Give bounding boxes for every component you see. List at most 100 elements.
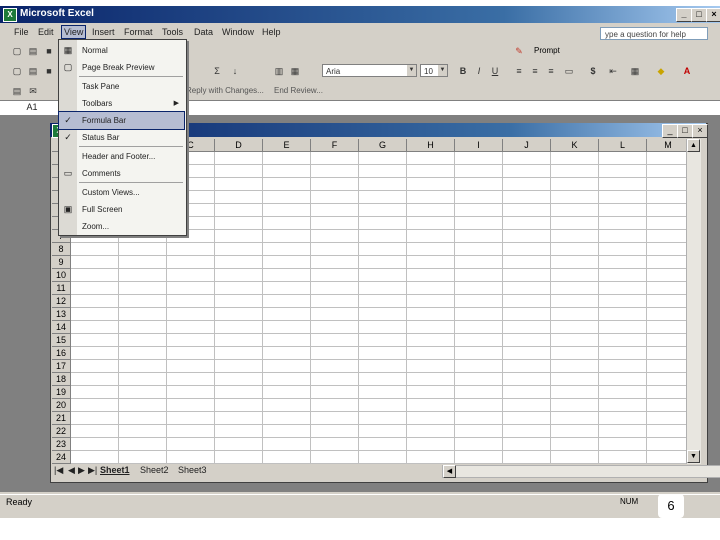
view-menu-item[interactable]: Task Pane: [59, 78, 184, 95]
view-menu-item[interactable]: ▢ Page Break Preview: [59, 59, 184, 76]
next-sheet-icon[interactable]: ▶: [78, 465, 85, 476]
row-header[interactable]: 24: [52, 451, 71, 464]
menu-tools[interactable]: Tools: [162, 27, 183, 37]
view-menu-item[interactable]: ▦ Normal: [59, 42, 184, 59]
view-menu-item[interactable]: ▭ Comments: [59, 165, 184, 182]
new-doc-icon[interactable]: ▢: [10, 64, 24, 78]
first-sheet-icon[interactable]: |◀: [54, 465, 63, 476]
row-header[interactable]: 12: [52, 295, 71, 308]
save-icon[interactable]: ■: [42, 44, 56, 58]
menu-format[interactable]: Format: [124, 27, 153, 37]
column-header[interactable]: G: [359, 139, 407, 152]
open-icon[interactable]: ▤: [26, 44, 40, 58]
scroll-up-icon[interactable]: ▲: [687, 139, 700, 152]
maximize-button[interactable]: □: [691, 8, 707, 22]
underline-button[interactable]: U: [488, 64, 502, 78]
view-menu-item[interactable]: Header and Footer...: [59, 148, 184, 165]
new-icon[interactable]: ▢: [10, 44, 24, 58]
column-header[interactable]: H: [407, 139, 455, 152]
disk-icon[interactable]: ■: [42, 64, 56, 78]
end-review-button[interactable]: End Review...: [274, 86, 323, 95]
row-header[interactable]: 19: [52, 386, 71, 399]
tab-sheet2[interactable]: Sheet2: [140, 465, 169, 475]
align-left-icon[interactable]: ≡: [512, 64, 526, 78]
chevron-down-icon[interactable]: ▼: [407, 65, 416, 76]
column-header[interactable]: D: [215, 139, 263, 152]
font-color-icon[interactable]: A: [680, 64, 694, 78]
view-menu-item[interactable]: Zoom...: [59, 218, 184, 235]
name-box[interactable]: A1: [2, 101, 62, 113]
row-header[interactable]: 23: [52, 438, 71, 451]
close-button[interactable]: ×: [706, 8, 720, 22]
align-center-icon[interactable]: ≡: [528, 64, 542, 78]
indent-icon[interactable]: ⇤: [606, 64, 620, 78]
mail-icon[interactable]: ✉: [26, 84, 40, 98]
vertical-scrollbar[interactable]: ▲ ▼: [686, 139, 701, 464]
row-header[interactable]: 9: [52, 256, 71, 269]
last-sheet-icon[interactable]: ▶|: [88, 465, 97, 476]
tab-sheet3[interactable]: Sheet3: [178, 465, 207, 475]
row-header[interactable]: 8: [52, 243, 71, 256]
font-select[interactable]: Aria ▼: [322, 64, 417, 77]
borders-icon[interactable]: ▦: [628, 64, 642, 78]
tab-sheet1[interactable]: Sheet1: [100, 465, 130, 475]
merge-icon[interactable]: ▭: [562, 64, 576, 78]
chart-icon[interactable]: ▥: [272, 64, 286, 78]
row-header[interactable]: 18: [52, 373, 71, 386]
prompt-button[interactable]: Prompt: [534, 46, 560, 55]
workbook-maximize-button[interactable]: □: [677, 124, 693, 138]
menu-window[interactable]: Window: [222, 27, 254, 37]
view-menu-item[interactable]: Custom Views...: [59, 184, 184, 201]
drawing-icon[interactable]: ▦: [288, 64, 302, 78]
row-header[interactable]: 11: [52, 282, 71, 295]
view-menu-item[interactable]: Toolbars ▶: [59, 95, 184, 112]
row-header[interactable]: 20: [52, 399, 71, 412]
font-size-select[interactable]: 10 ▼: [420, 64, 448, 77]
column-header[interactable]: F: [311, 139, 359, 152]
row-header[interactable]: 16: [52, 347, 71, 360]
italic-button[interactable]: I: [472, 64, 486, 78]
horizontal-scrollbar[interactable]: ◀ ▶: [442, 465, 720, 478]
menu-help[interactable]: Help: [262, 27, 281, 37]
row-header[interactable]: 14: [52, 321, 71, 334]
reply-with-changes-button[interactable]: Reply with Changes...: [186, 86, 264, 95]
ask-question-input[interactable]: ype a question for help: [600, 27, 708, 40]
minimize-button[interactable]: _: [676, 8, 692, 22]
row-header[interactable]: 13: [52, 308, 71, 321]
fill-color-icon[interactable]: ◆: [654, 64, 668, 78]
row-header[interactable]: 10: [52, 269, 71, 282]
column-header[interactable]: K: [551, 139, 599, 152]
menu-edit[interactable]: Edit: [38, 27, 54, 37]
align-right-icon[interactable]: ≡: [544, 64, 558, 78]
folder-icon[interactable]: ▤: [10, 84, 24, 98]
currency-icon[interactable]: $: [586, 64, 600, 78]
row-header[interactable]: 21: [52, 412, 71, 425]
row-header[interactable]: 22: [52, 425, 71, 438]
row-header[interactable]: 15: [52, 334, 71, 347]
chevron-down-icon[interactable]: ▼: [438, 65, 447, 76]
column-header[interactable]: E: [263, 139, 311, 152]
bold-button[interactable]: B: [456, 64, 470, 78]
menu-file[interactable]: File: [14, 27, 29, 37]
title-bar[interactable]: X Microsoft Excel _ □ ×: [0, 6, 720, 23]
column-header[interactable]: L: [599, 139, 647, 152]
column-header[interactable]: M: [647, 139, 686, 152]
menu-data[interactable]: Data: [194, 27, 213, 37]
workbook-close-button[interactable]: ×: [692, 124, 708, 138]
menu-view[interactable]: View: [61, 25, 87, 39]
view-menu-item[interactable]: ▣ Full Screen: [59, 201, 184, 218]
prev-sheet-icon[interactable]: ◀: [68, 465, 75, 476]
scroll-down-icon[interactable]: ▼: [687, 450, 700, 463]
folder-icon[interactable]: ▤: [26, 64, 40, 78]
column-header[interactable]: J: [503, 139, 551, 152]
view-menu-item[interactable]: ✓ Status Bar: [59, 129, 184, 146]
row-header[interactable]: 17: [52, 360, 71, 373]
sort-ascending-icon[interactable]: ↓: [228, 64, 242, 78]
scroll-left-icon[interactable]: ◀: [443, 465, 456, 478]
column-header[interactable]: I: [455, 139, 503, 152]
pdf-icon[interactable]: ✎: [512, 44, 526, 58]
view-menu-item[interactable]: ✓ Formula Bar: [58, 111, 185, 130]
autosum-icon[interactable]: Σ: [210, 64, 224, 78]
menu-insert[interactable]: Insert: [92, 27, 115, 37]
workbook-minimize-button[interactable]: _: [662, 124, 678, 138]
